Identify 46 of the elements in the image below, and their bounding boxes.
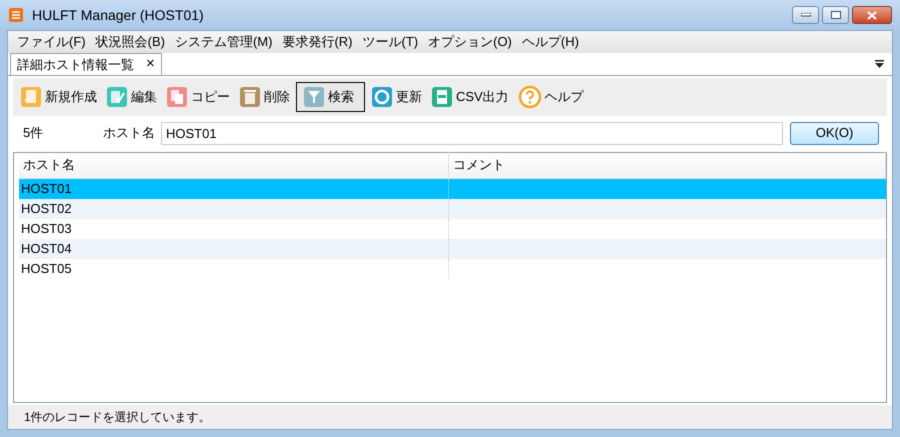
column-header[interactable]: コメント: [449, 152, 886, 178]
host-name-label: ホスト名: [103, 124, 155, 142]
app-logo-icon: [8, 7, 24, 23]
help-icon: [518, 85, 542, 109]
toolbar-button[interactable]: ヘルプ: [514, 82, 587, 112]
record-count: 5件: [23, 124, 44, 142]
table-cell: HOST05: [19, 259, 449, 279]
copy-icon: [166, 86, 188, 108]
toolbar-button[interactable]: コピー: [163, 82, 233, 112]
edit-icon: [106, 86, 128, 108]
status-text: 1件のレコードを選択しています。: [24, 409, 211, 426]
tab-label: 詳細ホスト情報一覧: [17, 56, 134, 74]
new-document-icon: [20, 86, 42, 108]
tab-close-button[interactable]: ×: [146, 53, 155, 76]
menu-item[interactable]: ヘルプ(H): [516, 32, 584, 52]
spreadsheet-icon: [431, 86, 453, 108]
overflow-menu-icon[interactable]: [875, 60, 884, 69]
menu-item[interactable]: 状況照会(B): [90, 32, 170, 52]
table-row[interactable]: HOST01: [19, 179, 886, 199]
menu-item[interactable]: システム管理(M): [170, 32, 278, 52]
refresh-icon: [371, 86, 393, 108]
toolbar-button[interactable]: 更新: [368, 82, 425, 112]
trash-icon: [239, 86, 261, 108]
ok-button[interactable]: OK(O): [790, 122, 879, 144]
close-button[interactable]: [852, 6, 892, 24]
menu-item[interactable]: 要求発行(R): [277, 32, 358, 52]
maximize-button[interactable]: [822, 6, 849, 24]
maximize-icon: [830, 11, 840, 19]
minimize-button[interactable]: [792, 6, 819, 24]
toolbar-button[interactable]: 削除: [236, 82, 293, 112]
filter-icon: [303, 86, 325, 108]
close-icon: [867, 10, 877, 20]
window-title: HULFT Manager (HOST01): [32, 6, 204, 25]
toolbar-button[interactable]: CSV出力: [428, 82, 512, 112]
host-name-field[interactable]: HOST01: [161, 122, 783, 144]
toolbar-button[interactable]: 検索: [296, 82, 365, 112]
menu-item[interactable]: オプション(O): [423, 32, 517, 52]
minimize-icon: [800, 13, 810, 17]
table-row[interactable]: HOST04: [19, 239, 886, 259]
toolbar-button[interactable]: 編集: [103, 82, 160, 112]
menu-item[interactable]: ファイル(F): [12, 32, 91, 52]
menu-item[interactable]: ツール(T): [358, 32, 424, 52]
toolbar-button[interactable]: 新規作成: [17, 82, 100, 112]
table-row[interactable]: HOST02: [19, 199, 886, 219]
tab[interactable]: 詳細ホスト情報一覧 ×: [10, 53, 162, 75]
column-header[interactable]: ホスト名: [19, 152, 449, 178]
